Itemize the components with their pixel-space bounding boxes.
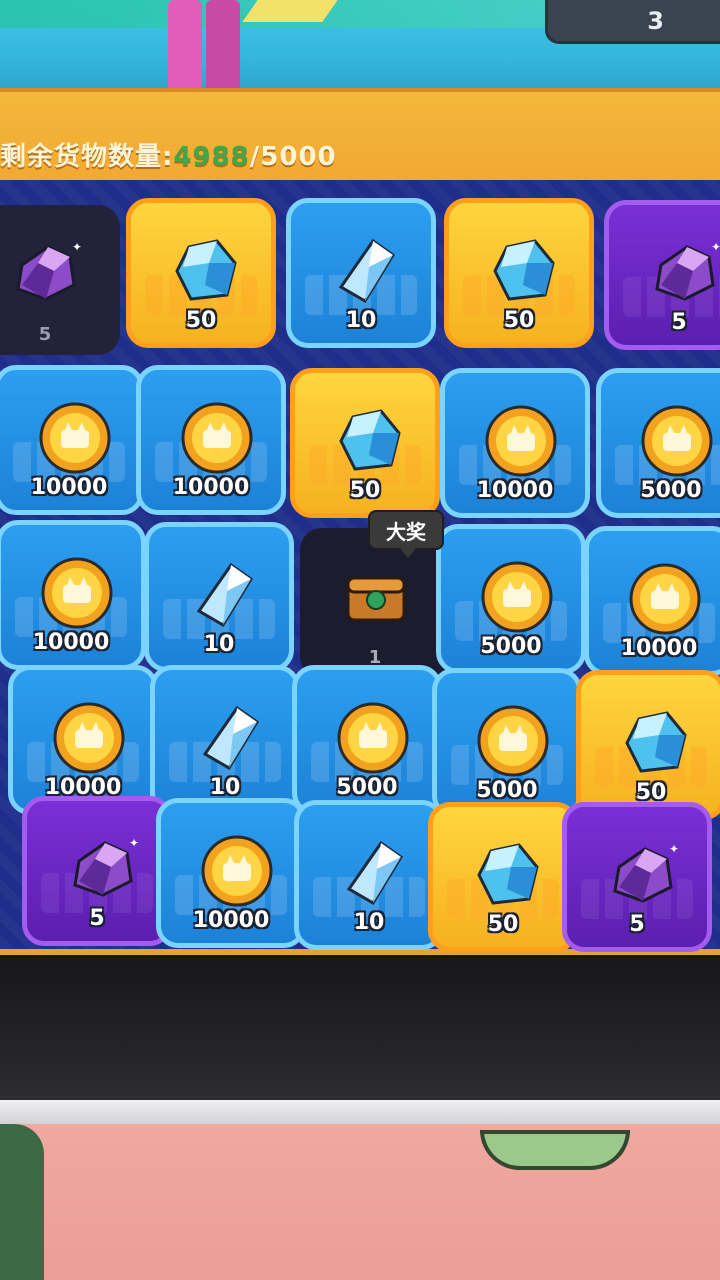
- prize-amount: 50: [349, 478, 381, 503]
- prize-tile-19[interactable]: 5000: [432, 668, 582, 818]
- prize-amount: 10000: [30, 475, 108, 500]
- grand-prize-label: 大奖: [386, 519, 426, 544]
- prize-amount: 10: [203, 632, 235, 657]
- gem-blue-icon: [333, 403, 409, 479]
- prize-tile-7[interactable]: 10000: [136, 365, 286, 515]
- prize-tile-12[interactable]: 10: [144, 522, 294, 672]
- prize-amount: 5000: [640, 478, 702, 503]
- remaining-label: 剩余货物数量:4988/5000: [0, 136, 337, 173]
- svg-text:✦: ✦: [72, 240, 82, 254]
- prize-tile-10[interactable]: 5000: [596, 368, 720, 518]
- prize-tile-18[interactable]: 5000: [292, 665, 442, 815]
- prize-amount: 50: [487, 912, 519, 937]
- coin-icon: [37, 400, 113, 476]
- prize-tile-2[interactable]: 50: [126, 198, 276, 348]
- crystal-icon: [329, 233, 405, 309]
- prize-amount: 10: [353, 910, 385, 935]
- coin-icon: [51, 700, 127, 776]
- chest-icon: [338, 558, 414, 634]
- gem-purple-icon: ✦: [8, 235, 84, 311]
- remaining-bar: 剩余货物数量:4988/5000: [0, 88, 720, 180]
- prize-tile-24[interactable]: 50: [428, 802, 578, 952]
- prize-tile-17[interactable]: 10: [150, 665, 300, 815]
- prize-tile-5[interactable]: ✦5: [604, 200, 720, 350]
- background-decor-blob: [480, 1130, 630, 1170]
- prize-amount: 5000: [480, 634, 542, 659]
- coin-icon: [627, 561, 703, 637]
- prize-amount: 50: [503, 308, 535, 333]
- prize-tile-14[interactable]: 5000: [436, 524, 586, 674]
- device-bezel: [0, 955, 720, 1105]
- device-edge: [0, 1100, 720, 1126]
- prize-tile-8[interactable]: 50: [290, 368, 440, 518]
- coin-icon: [475, 703, 551, 779]
- prize-amount: 5000: [336, 775, 398, 800]
- prize-tile-6[interactable]: 10000: [0, 365, 144, 515]
- prize-amount: 5: [671, 310, 687, 335]
- prize-tile-16[interactable]: 10000: [8, 665, 158, 815]
- remaining-total: /5000: [249, 142, 337, 172]
- prize-tile-13[interactable]: 1: [300, 528, 450, 678]
- svg-text:✦: ✦: [669, 842, 679, 856]
- prize-tile-3[interactable]: 10: [286, 198, 436, 348]
- prize-tile-23[interactable]: 10: [294, 800, 444, 950]
- coin-icon: [335, 700, 411, 776]
- prize-tile-4[interactable]: 50: [444, 198, 594, 348]
- gem-blue-icon: [169, 233, 245, 309]
- gem-blue-icon: [619, 705, 695, 781]
- counter-display: 3: [545, 0, 720, 44]
- prize-amount: 10: [209, 775, 241, 800]
- coin-icon: [39, 555, 115, 631]
- prize-tile-25[interactable]: ✦ 5: [562, 802, 712, 952]
- coin-icon: [483, 403, 559, 479]
- crystal-icon: [193, 700, 269, 776]
- prize-amount: 5: [629, 912, 645, 937]
- gem-blue-icon: [471, 837, 547, 913]
- gem-purple-icon: ✦: [647, 235, 720, 311]
- prize-amount: 10000: [32, 630, 110, 655]
- prize-tile-22[interactable]: 10000: [156, 798, 306, 948]
- banner-decor-slash: [242, 0, 338, 22]
- gem-purple-icon: ✦: [65, 831, 141, 907]
- gem-blue-icon: [487, 233, 563, 309]
- prize-tile-9[interactable]: 10000: [440, 368, 590, 518]
- prize-tile-15[interactable]: 10000: [584, 526, 720, 676]
- coin-icon: [479, 559, 555, 635]
- prize-amount: 50: [185, 308, 217, 333]
- remaining-label-text: 剩余货物数量:: [0, 142, 174, 172]
- grand-prize-bubble: 大奖: [368, 510, 444, 558]
- counter-value: 3: [647, 6, 664, 35]
- coin-icon: [199, 833, 275, 909]
- prize-amount: 10000: [172, 475, 250, 500]
- prize-amount: 5: [38, 324, 52, 345]
- prize-tile-11[interactable]: 10000: [0, 520, 146, 670]
- prize-tile-21[interactable]: ✦ 5: [22, 796, 172, 946]
- prize-amount: 10000: [192, 908, 270, 933]
- coin-icon: [179, 400, 255, 476]
- svg-text:✦: ✦: [129, 836, 139, 850]
- prize-amount: 10: [345, 308, 377, 333]
- prize-amount: 10000: [476, 478, 554, 503]
- prize-amount: 10000: [620, 636, 698, 661]
- crystal-icon: [337, 835, 413, 911]
- prize-amount: 5000: [476, 778, 538, 803]
- background-decor: [0, 1124, 44, 1280]
- prize-tile-20[interactable]: 50: [576, 670, 720, 820]
- crystal-icon: [187, 557, 263, 633]
- svg-text:✦: ✦: [711, 240, 720, 254]
- coin-icon: [639, 403, 715, 479]
- prize-tile-1[interactable]: ✦ 5: [0, 205, 120, 355]
- remaining-current: 4988: [173, 142, 250, 172]
- background-surface: [0, 1124, 720, 1280]
- gem-purple-icon: ✦: [605, 837, 681, 913]
- prize-amount: 5: [89, 906, 105, 931]
